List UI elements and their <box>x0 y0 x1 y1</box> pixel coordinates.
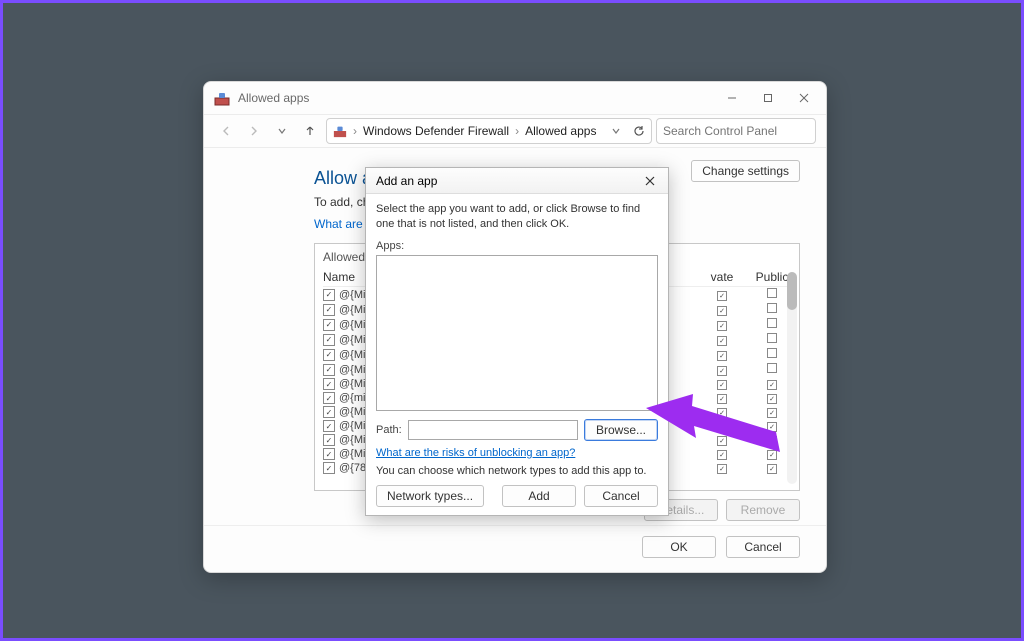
public-checkbox[interactable]: ✓ <box>767 408 777 418</box>
remove-button[interactable]: Remove <box>726 499 800 521</box>
dialog-cancel-button[interactable]: Cancel <box>584 485 658 507</box>
public-checkbox[interactable]: ✓ <box>767 380 777 390</box>
address-bar: › Windows Defender Firewall › Allowed ap… <box>204 114 826 148</box>
row-checkbox[interactable]: ✓ <box>323 319 335 331</box>
apps-listbox[interactable] <box>376 255 658 411</box>
private-checkbox[interactable]: ✓ <box>717 366 727 376</box>
public-checkbox[interactable]: ✓ <box>767 450 777 460</box>
private-checkbox[interactable]: ✓ <box>717 464 727 474</box>
scrollbar[interactable] <box>787 272 797 484</box>
dialog-footer: OK Cancel <box>204 525 826 572</box>
refresh-icon[interactable] <box>633 125 645 137</box>
private-checkbox[interactable]: ✓ <box>717 336 727 346</box>
row-checkbox[interactable]: ✓ <box>323 378 335 390</box>
private-checkbox[interactable]: ✓ <box>717 291 727 301</box>
row-checkbox[interactable]: ✓ <box>323 448 335 460</box>
window-title: Allowed apps <box>238 91 714 105</box>
private-checkbox[interactable]: ✓ <box>717 306 727 316</box>
private-checkbox[interactable]: ✓ <box>717 450 727 460</box>
private-checkbox[interactable]: ✓ <box>717 436 727 446</box>
chevron-down-icon[interactable] <box>611 126 621 136</box>
scroll-thumb[interactable] <box>787 272 797 310</box>
row-checkbox[interactable]: ✓ <box>323 434 335 446</box>
dialog-description: Select the app you want to add, or click… <box>376 202 658 232</box>
path-input[interactable] <box>408 420 578 440</box>
public-checkbox[interactable] <box>767 348 777 358</box>
network-types-button[interactable]: Network types... <box>376 485 484 507</box>
public-checkbox[interactable] <box>767 303 777 313</box>
cancel-button[interactable]: Cancel <box>726 536 800 558</box>
network-note: You can choose which network types to ad… <box>376 465 658 477</box>
private-checkbox[interactable]: ✓ <box>717 380 727 390</box>
private-checkbox[interactable]: ✓ <box>717 422 727 432</box>
search-box[interactable] <box>656 118 816 144</box>
crumb-firewall[interactable]: Windows Defender Firewall <box>363 124 509 138</box>
add-app-dialog: Add an app Select the app you want to ad… <box>365 167 669 516</box>
recent-dropdown[interactable] <box>270 119 294 143</box>
titlebar: Allowed apps <box>204 82 826 114</box>
breadcrumb[interactable]: › Windows Defender Firewall › Allowed ap… <box>326 118 652 144</box>
row-checkbox[interactable]: ✓ <box>323 334 335 346</box>
up-button[interactable] <box>298 119 322 143</box>
col-private[interactable]: vate <box>697 270 747 284</box>
dialog-title: Add an app <box>376 174 638 188</box>
private-checkbox[interactable]: ✓ <box>717 321 727 331</box>
private-checkbox[interactable]: ✓ <box>717 351 727 361</box>
maximize-button[interactable] <box>750 84 786 112</box>
row-checkbox[interactable]: ✓ <box>323 349 335 361</box>
crumb-allowed[interactable]: Allowed apps <box>525 124 596 138</box>
row-checkbox[interactable]: ✓ <box>323 406 335 418</box>
public-checkbox[interactable] <box>767 333 777 343</box>
browse-button[interactable]: Browse... <box>584 419 658 441</box>
public-checkbox[interactable] <box>767 363 777 373</box>
row-checkbox[interactable]: ✓ <box>323 304 335 316</box>
public-checkbox[interactable]: ✓ <box>767 394 777 404</box>
unblock-risk-link[interactable]: What are the risks of unblocking an app? <box>376 447 575 459</box>
private-checkbox[interactable]: ✓ <box>717 408 727 418</box>
search-input[interactable] <box>663 124 818 138</box>
firewall-icon <box>333 124 347 138</box>
public-checkbox[interactable]: ✓ <box>767 464 777 474</box>
row-checkbox[interactable]: ✓ <box>323 420 335 432</box>
row-checkbox[interactable]: ✓ <box>323 392 335 404</box>
row-checkbox[interactable]: ✓ <box>323 364 335 376</box>
public-checkbox[interactable] <box>767 288 777 298</box>
back-button[interactable] <box>214 119 238 143</box>
row-checkbox[interactable]: ✓ <box>323 462 335 474</box>
public-checkbox[interactable]: ✓ <box>767 436 777 446</box>
ok-button[interactable]: OK <box>642 536 716 558</box>
add-button[interactable]: Add <box>502 485 576 507</box>
close-button[interactable] <box>786 84 822 112</box>
dialog-close-button[interactable] <box>638 172 662 190</box>
path-label: Path: <box>376 424 402 436</box>
public-checkbox[interactable]: ✓ <box>767 422 777 432</box>
row-checkbox[interactable]: ✓ <box>323 289 335 301</box>
minimize-button[interactable] <box>714 84 750 112</box>
public-checkbox[interactable] <box>767 318 777 328</box>
dialog-titlebar: Add an app <box>366 168 668 194</box>
change-settings-button[interactable]: Change settings <box>691 160 800 182</box>
private-checkbox[interactable]: ✓ <box>717 394 727 404</box>
apps-label: Apps: <box>376 240 658 252</box>
forward-button[interactable] <box>242 119 266 143</box>
firewall-icon <box>214 90 230 106</box>
